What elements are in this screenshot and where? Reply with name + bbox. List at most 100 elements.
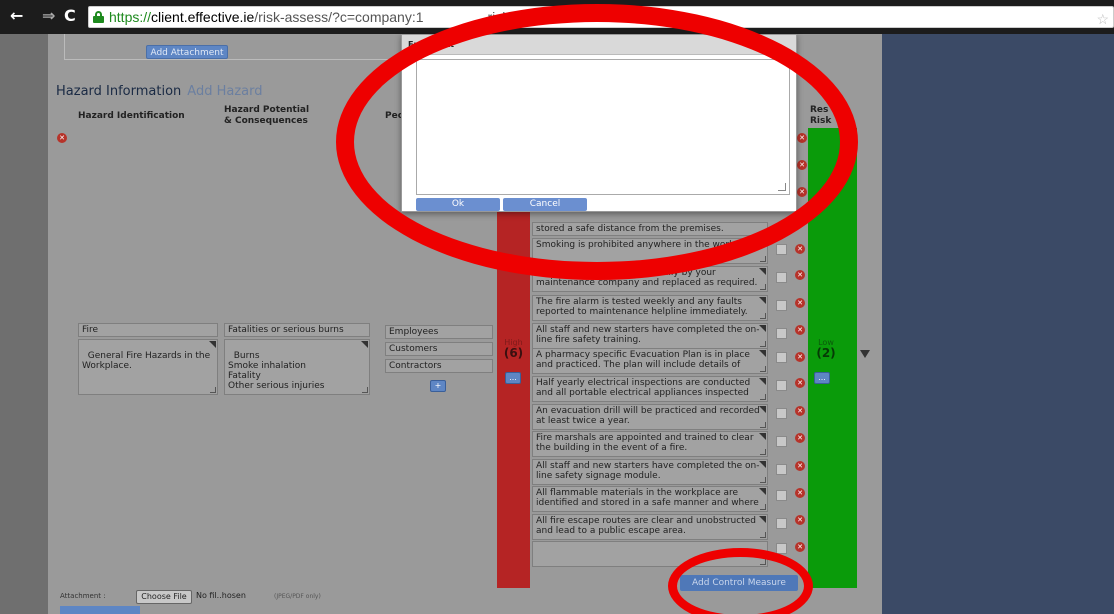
hazard-identification-detail[interactable]: General Fire Hazards in the Workplace. xyxy=(78,339,218,395)
measure-checkbox[interactable] xyxy=(776,380,787,391)
resize-grip-icon[interactable] xyxy=(760,366,766,372)
expand-corner-icon xyxy=(759,350,766,357)
add-hazard-link[interactable]: Add Hazard xyxy=(187,84,262,99)
edit-initial-risk-button[interactable]: ... xyxy=(505,372,521,384)
expand-corner-icon xyxy=(759,378,766,385)
control-measure-field[interactable]: All fire escape routes are clear and uno… xyxy=(532,514,768,540)
file-type-hint: (JPEG/PDF only) xyxy=(274,593,321,600)
measure-checkbox[interactable] xyxy=(776,436,787,447)
expand-corner-icon xyxy=(759,516,766,523)
measure-checkbox[interactable] xyxy=(776,352,787,363)
forward-arrow-icon[interactable]: ⇒ xyxy=(42,6,55,25)
resize-grip-icon[interactable] xyxy=(362,387,368,393)
url-host: client.effective.ie xyxy=(151,9,255,25)
measure-checkbox[interactable] xyxy=(776,464,787,475)
annotation-ellipse-dialog xyxy=(336,4,858,280)
delete-hazard-icon[interactable]: ✕ xyxy=(57,133,67,143)
resize-grip-icon[interactable] xyxy=(210,387,216,393)
delete-measure-icon[interactable]: ✕ xyxy=(795,406,805,416)
choose-file-button[interactable]: Choose File xyxy=(136,590,192,604)
add-attachment-button[interactable]: Add Attachment xyxy=(146,45,228,59)
resize-grip-icon[interactable] xyxy=(760,422,766,428)
delete-measure-icon[interactable]: ✕ xyxy=(795,515,805,525)
lock-icon xyxy=(93,11,104,23)
edit-residual-risk-button[interactable]: ... xyxy=(814,372,830,384)
resize-grip-icon[interactable] xyxy=(760,449,766,455)
hazard-potential-detail[interactable]: Burns Smoke inhalation Fatality Other se… xyxy=(224,339,370,395)
resize-grip-icon[interactable] xyxy=(760,256,766,262)
expand-corner-icon xyxy=(361,341,368,348)
control-measure-text: Half yearly electrical inspections are c… xyxy=(536,378,751,398)
measure-checkbox[interactable] xyxy=(776,543,787,554)
resize-grip-icon[interactable] xyxy=(760,313,766,319)
delete-measure-icon[interactable]: ✕ xyxy=(795,542,805,552)
hazard-identification-name[interactable]: Fire xyxy=(78,323,218,337)
person-item[interactable]: Customers xyxy=(385,342,493,356)
delete-measure-icon[interactable]: ✕ xyxy=(795,352,805,362)
delete-measure-icon[interactable]: ✕ xyxy=(795,488,805,498)
control-measure-field[interactable]: The fire alarm is tested weekly and any … xyxy=(532,295,768,321)
measure-checkbox[interactable] xyxy=(776,300,787,311)
control-measure-field[interactable]: Half yearly electrical inspections are c… xyxy=(532,376,768,402)
page-right-panel xyxy=(882,34,1114,614)
resize-grip-icon[interactable] xyxy=(760,532,766,538)
person-item[interactable]: Employees xyxy=(385,325,493,339)
measure-checkbox[interactable] xyxy=(776,272,787,283)
hazard-potential-name[interactable]: Fatalities or serious burns xyxy=(224,323,370,337)
delete-measure-icon[interactable]: ✕ xyxy=(795,325,805,335)
person-item[interactable]: Contractors xyxy=(385,359,493,373)
expand-corner-icon xyxy=(209,341,216,348)
hazard-section-title: Hazard Information Add Hazard xyxy=(56,84,263,99)
control-measure-text: An evacuation drill will be practiced an… xyxy=(536,406,760,426)
control-measure-text: The fire alarm is tested weekly and any … xyxy=(536,297,748,317)
hazard-info-heading: Hazard Information xyxy=(56,84,182,99)
delete-measure-icon[interactable]: ✕ xyxy=(795,270,805,280)
page-left-margin xyxy=(0,34,48,614)
col-hazard-potential: Hazard Potential & Consequences xyxy=(224,105,310,126)
hazard-identification-detail-text: General Fire Hazards in the Workplace. xyxy=(82,351,214,371)
measure-checkbox[interactable] xyxy=(776,408,787,419)
col-hazard-identification: Hazard Identification xyxy=(78,111,185,121)
measure-checkbox[interactable] xyxy=(776,244,787,255)
residual-risk-score: (2) xyxy=(816,346,836,360)
back-arrow-icon[interactable]: ← xyxy=(10,6,23,25)
resize-grip-icon[interactable] xyxy=(760,477,766,483)
resize-grip-icon[interactable] xyxy=(760,284,766,290)
measure-checkbox[interactable] xyxy=(776,518,787,529)
bookmark-star-icon[interactable]: ☆ xyxy=(1096,9,1109,27)
expand-corner-icon xyxy=(759,488,766,495)
annotation-ellipse-button xyxy=(668,548,813,614)
url-scheme: https:// xyxy=(109,9,152,25)
url-path: /risk-assess/?c=company:1 xyxy=(254,9,424,25)
resize-grip-icon[interactable] xyxy=(760,504,766,510)
control-measure-field[interactable]: Fire marshals are appointed and trained … xyxy=(532,431,768,457)
hazard-potential-detail-text: Burns Smoke inhalation Fatality Other se… xyxy=(228,351,325,391)
expand-corner-icon xyxy=(759,461,766,468)
delete-measure-icon[interactable]: ✕ xyxy=(795,461,805,471)
attachment-card xyxy=(64,34,444,60)
control-measure-field[interactable]: All staff and new starters have complete… xyxy=(532,323,768,349)
control-measure-text: Fire marshals are appointed and trained … xyxy=(536,433,754,453)
control-measure-field[interactable]: All flammable materials in the workplace… xyxy=(532,486,768,512)
reload-icon[interactable]: C xyxy=(64,6,76,25)
resize-grip-icon[interactable] xyxy=(760,341,766,347)
save-button-partial[interactable] xyxy=(60,606,140,614)
control-measure-field[interactable]: All staff and new starters have complete… xyxy=(532,459,768,485)
control-measure-field[interactable]: An evacuation drill will be practiced an… xyxy=(532,404,768,430)
delete-measure-icon[interactable]: ✕ xyxy=(795,298,805,308)
resize-grip-icon[interactable] xyxy=(760,394,766,400)
expand-corner-icon xyxy=(759,406,766,413)
control-measure-text: All staff and new starters have complete… xyxy=(536,325,760,345)
expand-corner-icon xyxy=(759,325,766,332)
measure-checkbox[interactable] xyxy=(776,328,787,339)
control-measure-text: All flammable materials in the workplace… xyxy=(536,488,759,508)
control-measure-field[interactable]: A pharmacy specific Evacuation Plan is i… xyxy=(532,348,768,374)
expand-corner-icon xyxy=(759,297,766,304)
delete-measure-icon[interactable]: ✕ xyxy=(795,433,805,443)
initial-risk-score: (6) xyxy=(503,346,524,360)
delete-measure-icon[interactable]: ✕ xyxy=(795,244,805,254)
delete-measure-icon[interactable]: ✕ xyxy=(795,378,805,388)
dropdown-arrow-icon[interactable] xyxy=(860,350,870,358)
add-person-button[interactable]: + xyxy=(430,380,446,392)
measure-checkbox[interactable] xyxy=(776,490,787,501)
